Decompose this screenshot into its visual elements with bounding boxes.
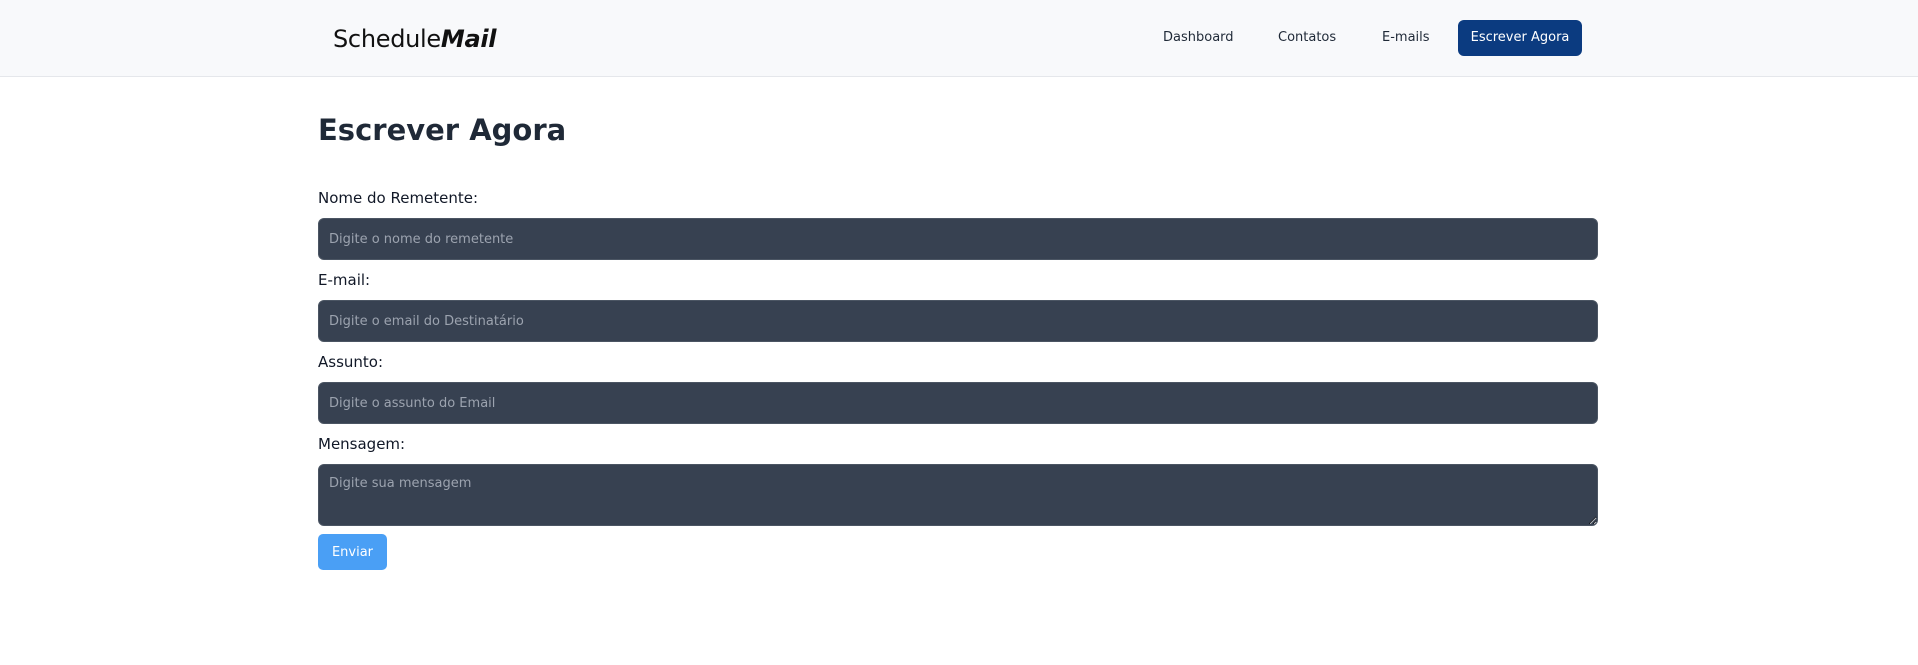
nav-link-contatos[interactable]: Contatos [1278,29,1336,47]
message-label: Mensagem: [318,435,406,453]
navbar: ScheduleMail Dashboard Contatos E-mails … [0,0,1918,77]
email-label: E-mail: [318,271,371,289]
message-textarea[interactable] [318,464,1598,526]
sender-name-input[interactable] [318,218,1598,260]
submit-button[interactable]: Enviar [318,534,387,570]
brand-name-strong: Mail [440,25,497,53]
email-input[interactable] [318,300,1598,342]
brand-name-regular: Schedule [333,25,441,53]
nav-button-escrever-agora[interactable]: Escrever Agora [1458,20,1582,56]
sender-name-label: Nome do Remetente: [318,189,479,207]
page-title: Escrever Agora [318,113,567,147]
subject-input[interactable] [318,382,1598,424]
subject-label: Assunto: [318,353,384,371]
nav-link-dashboard[interactable]: Dashboard [1163,29,1234,47]
nav-link-emails[interactable]: E-mails [1382,29,1430,47]
brand-logo[interactable]: ScheduleMail [333,24,497,54]
